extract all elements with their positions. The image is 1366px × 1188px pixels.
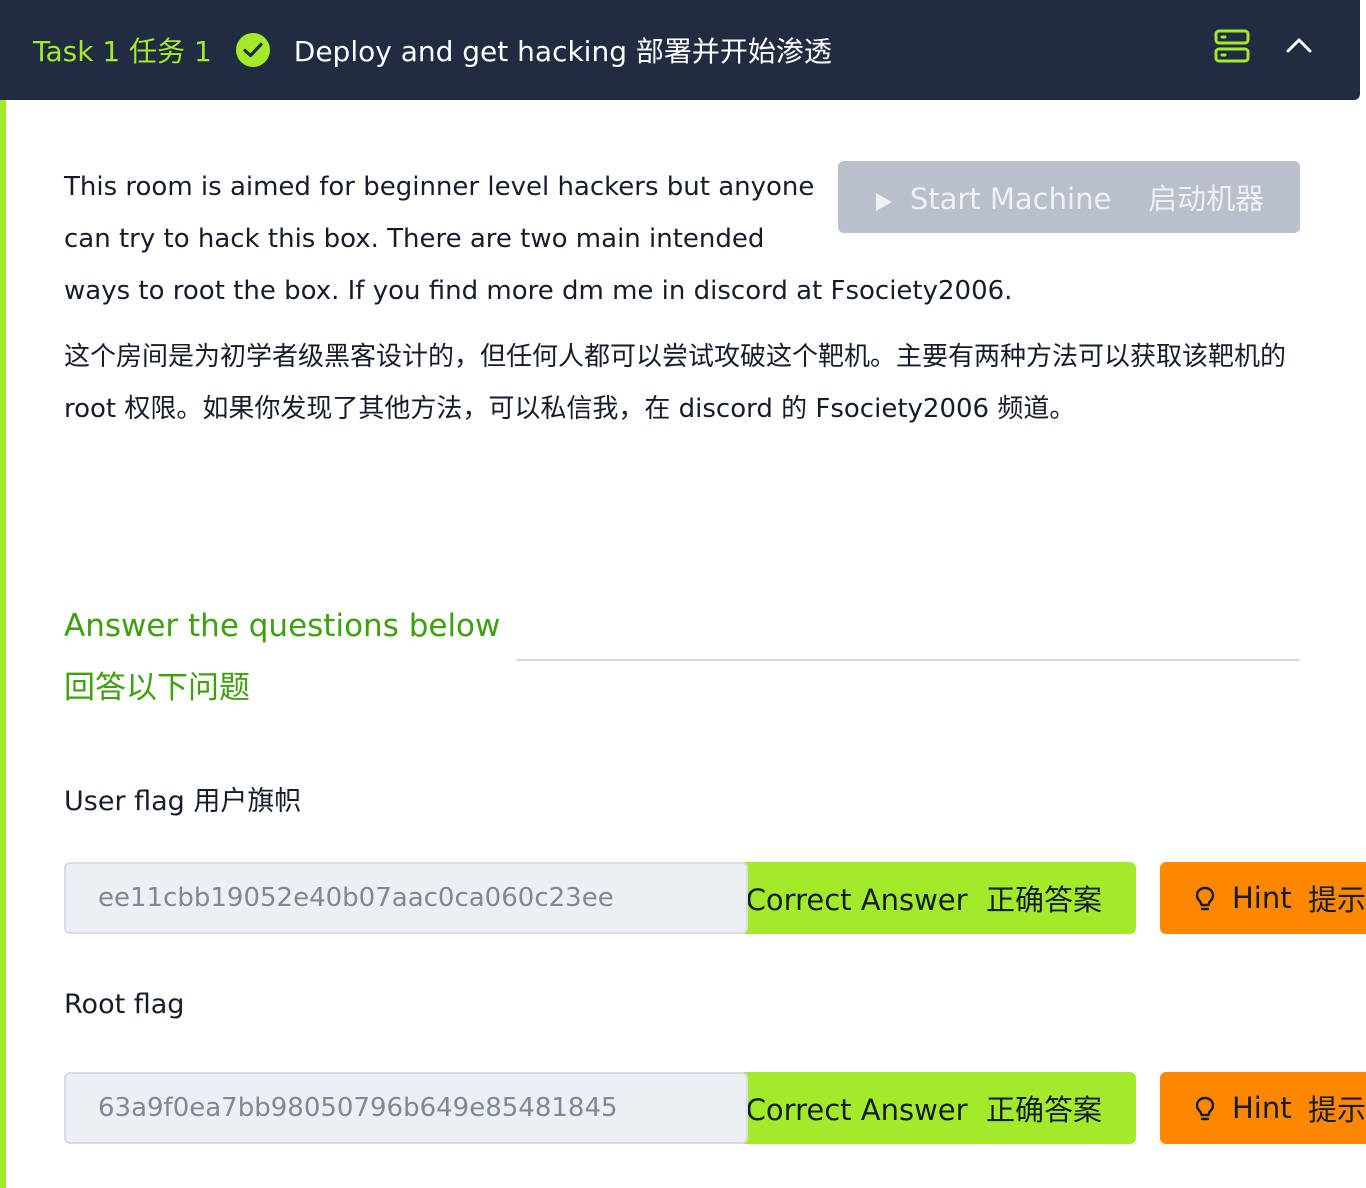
start-machine-label: Start Machine 启动机器 [909,182,1265,216]
answer-input-user-flag[interactable] [64,862,748,934]
header-actions [1214,28,1314,64]
correct-answer-button-user-flag[interactable]: Correct Answer 正确答案 [736,862,1136,934]
play-icon [874,186,894,211]
check-circle-icon [235,33,270,67]
start-machine-button[interactable]: Start Machine 启动机器 [838,161,1300,233]
lightbulb-icon [1194,885,1216,911]
hint-label: Hint [1232,881,1292,915]
correct-answer-button-root-flag[interactable]: Correct Answer 正确答案 [736,1072,1136,1144]
hint-label-chinese: 提示 [1307,1093,1366,1127]
task-body: This room is aimed for beginner level ha… [0,100,1366,1188]
chevron-up-icon[interactable] [1284,31,1314,61]
questions-heading-english: Answer the questions below [64,608,501,644]
question-label-root-flag: Root flag [64,989,185,1020]
correct-answer-label: Correct Answer 正确答案 [745,883,1102,917]
hint-label-chinese: 提示 [1307,883,1366,917]
server-icon[interactable] [1214,28,1250,64]
task-number: Task 1 任务 1 [33,35,212,68]
hint-button-user-flag[interactable]: Hint 提示 [1160,862,1366,934]
lightbulb-icon [1194,1095,1216,1121]
questions-heading: Answer the questions below 回答以下问题 [64,595,500,719]
question-label-user-flag: User flag 用户旗帜 [64,786,302,817]
questions-heading-chinese: 回答以下问题 [64,670,250,706]
hint-label: Hint [1232,1091,1292,1125]
divider [516,659,1300,661]
correct-answer-label: Correct Answer 正确答案 [745,1093,1102,1127]
task-header[interactable]: Task 1 任务 1 Deploy and get hacking 部署并开始… [0,0,1360,100]
hint-button-root-flag[interactable]: Hint 提示 [1160,1072,1366,1144]
answer-input-root-flag[interactable] [64,1072,748,1144]
description-chinese: 这个房间是为初学者级黑客设计的，但任何人都可以尝试攻破这个靶机。主要有两种方法可… [64,342,1287,424]
task-title: Deploy and get hacking 部署并开始渗透 [293,35,832,68]
